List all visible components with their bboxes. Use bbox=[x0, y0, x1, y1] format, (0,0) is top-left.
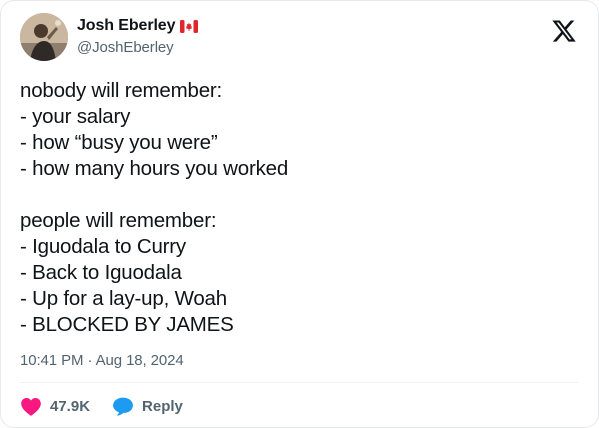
tweet-line: - how many hours you worked bbox=[20, 157, 289, 180]
tweet-text: nobody will remember: - your salary - ho… bbox=[20, 78, 580, 338]
like-count: 47.9K bbox=[50, 397, 91, 415]
author-handle[interactable]: @JoshEberley bbox=[77, 39, 198, 56]
tweet-line: - BLOCKED BY JAMES bbox=[20, 313, 234, 336]
tweet-line: - your salary bbox=[20, 105, 131, 128]
reply-button[interactable]: Reply bbox=[112, 396, 183, 416]
tweet-line: people will remember: bbox=[20, 209, 217, 232]
speech-bubble-icon bbox=[113, 397, 133, 416]
tweet-card: Josh Eberley @JoshEberley nobody will re… bbox=[0, 0, 599, 428]
divider bbox=[20, 382, 579, 383]
heart-icon bbox=[21, 398, 41, 416]
tweet-line: nobody will remember: bbox=[20, 79, 223, 102]
reply-label: Reply bbox=[142, 397, 183, 415]
tweet-header: Josh Eberley @JoshEberley bbox=[20, 13, 580, 63]
display-name[interactable]: Josh Eberley bbox=[77, 17, 176, 35]
author-info: Josh Eberley @JoshEberley bbox=[77, 16, 199, 56]
tweet-line: - Iguodala to Curry bbox=[20, 235, 186, 258]
canada-flag-icon bbox=[180, 19, 199, 33]
like-button[interactable]: 47.9K bbox=[20, 396, 90, 416]
tweet-timestamp[interactable]: 10:41 PM · Aug 18, 2024 bbox=[20, 352, 184, 369]
tweet-line: - Back to Iguodala bbox=[20, 261, 182, 284]
avatar[interactable] bbox=[20, 13, 68, 61]
tweet-line: - Up for a lay-up, Woah bbox=[20, 287, 227, 310]
avatar-photo-icon bbox=[20, 13, 68, 61]
display-name-row: Josh Eberley bbox=[77, 16, 199, 36]
x-logo-icon[interactable] bbox=[551, 18, 577, 44]
tweet-line: - how “busy you were” bbox=[20, 131, 218, 154]
tweet-actions: 47.9K Reply bbox=[20, 394, 205, 418]
